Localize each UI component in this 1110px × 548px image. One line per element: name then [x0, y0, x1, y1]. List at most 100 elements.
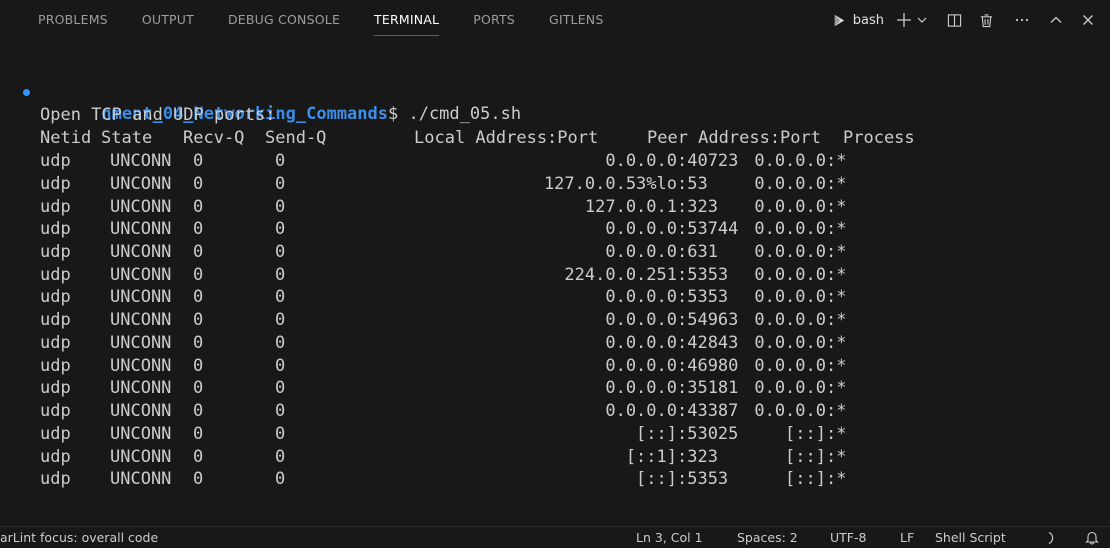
cell-local-address: [::1]	[625, 446, 677, 467]
cell-sendq: 0	[275, 219, 286, 240]
bell-icon[interactable]	[1085, 530, 1099, 548]
cell-local-port: 53744	[687, 219, 739, 240]
cell-peer-port: *	[836, 355, 847, 376]
cell-peer-port: *	[836, 332, 847, 353]
cell-sendq: 0	[275, 446, 286, 467]
cell-local-address: 0.0.0.0	[605, 241, 677, 262]
tab-debug-console[interactable]: DEBUG CONSOLE	[228, 0, 340, 40]
cell-peer-address: [::]	[785, 423, 826, 444]
tab-problems[interactable]: PROBLEMS	[38, 0, 108, 40]
cell-peer-port: *	[836, 219, 847, 240]
cell-sendq: 0	[275, 423, 286, 444]
cell-sendq: 0	[275, 196, 286, 217]
chevron-down-icon[interactable]	[914, 8, 930, 32]
table-row: udp UNCONN 0 0 0.0.0.0:46980 0.0.0.0: *	[40, 355, 1100, 377]
cell-recvq: 0	[193, 378, 204, 399]
chevron-up-icon[interactable]	[1044, 8, 1068, 32]
cell-local-separator: :	[677, 423, 688, 444]
cell-local-port: 5353	[687, 287, 729, 308]
cell-peer-separator: :	[826, 378, 837, 399]
table-row: udp UNCONN 0 0 0.0.0.0:42843 0.0.0.0: *	[40, 332, 1100, 354]
cell-peer-address: 0.0.0.0	[754, 332, 826, 353]
cell-local-port: 53	[687, 173, 708, 194]
close-icon[interactable]	[1076, 8, 1100, 32]
copilot-icon[interactable]	[1046, 531, 1058, 548]
terminal-selector[interactable]: bash	[832, 13, 884, 28]
table-row: udp UNCONN 0 0 [::]:53025 [::]: *	[40, 423, 1100, 445]
tab-gitlens[interactable]: GITLENS	[549, 0, 604, 40]
cell-sendq: 0	[275, 264, 286, 285]
status-spaces[interactable]: Spaces: 2	[737, 530, 798, 545]
table-row: udp UNCONN 0 0 0.0.0.0:53744 0.0.0.0: *	[40, 218, 1100, 240]
cell-recvq: 0	[193, 241, 204, 262]
command-decoration-icon[interactable]	[23, 89, 30, 96]
status-encoding[interactable]: UTF-8	[830, 530, 866, 545]
status-language[interactable]: Shell Script	[935, 530, 1006, 545]
cell-local-separator: :	[677, 287, 688, 308]
tab-ports[interactable]: PORTS	[473, 0, 515, 40]
cell-peer-address: 0.0.0.0	[754, 378, 826, 399]
cell-local-address: [::]	[636, 423, 677, 444]
cell-local-separator: :	[677, 355, 688, 376]
cell-peer-address: [::]	[785, 446, 826, 467]
status-sonarlint[interactable]: arLint focus: overall code	[0, 530, 158, 545]
cell-local-separator: :	[677, 219, 688, 240]
info-line: Open TCP and UDP ports:	[40, 105, 276, 125]
cell-recvq: 0	[193, 469, 204, 490]
cell-local-port: 323	[687, 196, 718, 217]
cell-recvq: 0	[193, 446, 204, 467]
cell-sendq: 0	[275, 378, 286, 399]
cell-state: UNCONN	[110, 355, 172, 376]
table-row: udp UNCONN 0 0 0.0.0.0:54963 0.0.0.0: *	[40, 309, 1100, 331]
cell-local-port: 5353	[687, 469, 729, 490]
split-icon[interactable]	[942, 8, 966, 32]
cell-state: UNCONN	[110, 219, 172, 240]
cell-peer-address: 0.0.0.0	[754, 219, 826, 240]
cell-peer-separator: :	[826, 355, 837, 376]
table-row: udp UNCONN 0 0 [::]:5353 [::]: *	[40, 468, 1100, 490]
cell-peer-separator: :	[826, 469, 837, 490]
cell-state: UNCONN	[110, 264, 172, 285]
cell-state: UNCONN	[110, 332, 172, 353]
cell-peer-port: *	[836, 264, 847, 285]
cell-netid: udp	[40, 355, 71, 376]
cell-peer-port: *	[836, 310, 847, 331]
cell-peer-separator: :	[826, 264, 837, 285]
header-state: State	[101, 128, 153, 148]
terminal-output[interactable]: nment_04_Networking_Commands$ ./cmd_05.s…	[0, 40, 1110, 526]
cell-netid: udp	[40, 287, 71, 308]
status-position[interactable]: Ln 3, Col 1	[636, 530, 703, 545]
vscode-panel: PROBLEMS OUTPUT DEBUG CONSOLE TERMINAL P…	[0, 0, 1110, 548]
cell-local-port: 43387	[687, 401, 739, 421]
cell-peer-separator: :	[826, 196, 837, 217]
cell-local-address: 0.0.0.0	[605, 378, 677, 399]
ellipsis-icon[interactable]	[1010, 8, 1034, 32]
terminal-shell-label: bash	[852, 12, 884, 28]
cell-recvq: 0	[193, 287, 204, 308]
cell-peer-address: 0.0.0.0	[754, 287, 826, 308]
cell-peer-separator: :	[826, 287, 837, 308]
cell-local-separator: :	[677, 151, 688, 171]
cell-netid: udp	[40, 219, 71, 240]
plus-icon[interactable]	[894, 8, 914, 32]
trash-icon[interactable]	[974, 8, 998, 32]
prompt-line: nment_04_Networking_Commands$ ./cmd_05.s…	[40, 81, 521, 124]
tab-output[interactable]: OUTPUT	[142, 0, 194, 40]
cell-local-separator: :	[677, 378, 688, 399]
tab-terminal[interactable]: TERMINAL	[374, 0, 440, 40]
cell-state: UNCONN	[110, 287, 172, 308]
cell-sendq: 0	[275, 469, 286, 490]
cell-state: UNCONN	[110, 241, 172, 262]
cell-local-port: 5353	[687, 264, 729, 285]
table-row: udp UNCONN 0 0 0.0.0.0:40723 0.0.0.0: *	[40, 150, 1100, 172]
cell-netid: udp	[40, 310, 71, 331]
cell-peer-address: 0.0.0.0	[754, 196, 826, 217]
cell-peer-address: [::]	[785, 469, 826, 490]
cell-peer-separator: :	[826, 446, 837, 467]
status-eol[interactable]: LF	[900, 530, 914, 545]
cell-local-address: 0.0.0.0	[605, 401, 677, 421]
table-header: Netid State Recv-Q Send-Q Local Address:…	[40, 127, 1100, 149]
cell-recvq: 0	[193, 310, 204, 331]
cell-netid: udp	[40, 196, 71, 217]
table-row: udp UNCONN 0 0 127.0.0.53%lo:53 0.0.0.0: *	[40, 173, 1100, 195]
